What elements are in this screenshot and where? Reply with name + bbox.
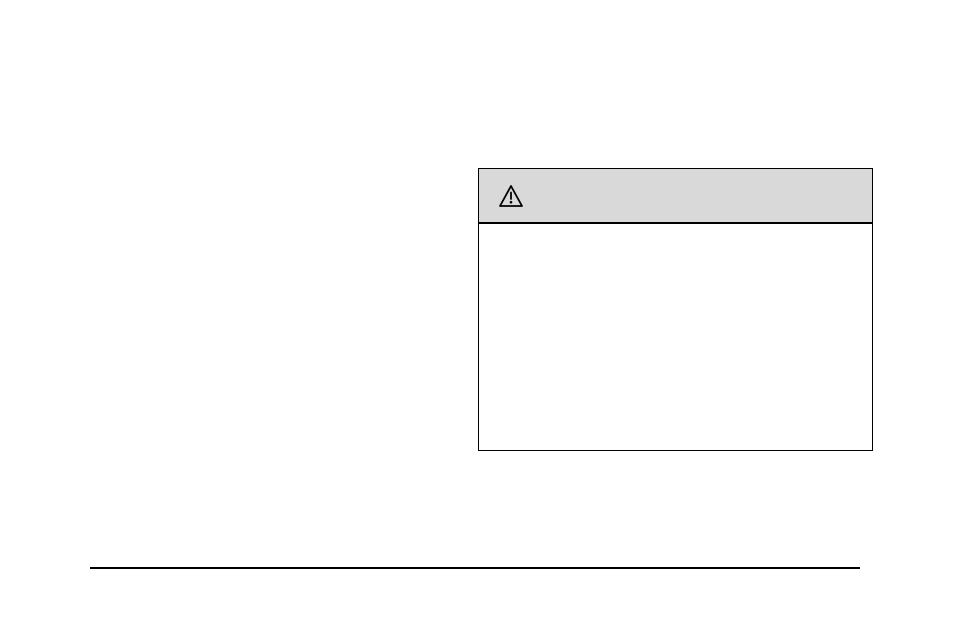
warning-triangle-icon (499, 185, 523, 207)
callout-body (479, 224, 872, 248)
callout-box (478, 168, 873, 451)
footer-rule (90, 567, 860, 569)
callout-header (479, 169, 872, 224)
